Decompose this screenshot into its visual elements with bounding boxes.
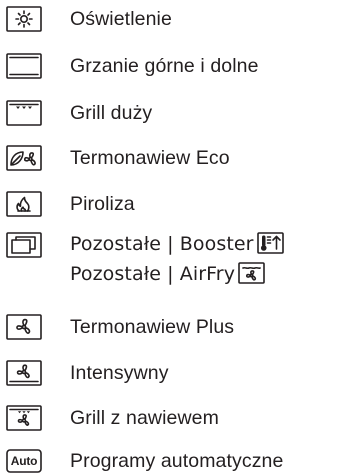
legend-label-eco-fan: Termonawiew Eco bbox=[70, 147, 230, 169]
legend-label-intensive: Intensywny bbox=[70, 362, 169, 384]
fan-grill-icon bbox=[6, 405, 42, 431]
fan-plus-icon bbox=[6, 314, 42, 340]
intensive-icon bbox=[6, 360, 42, 386]
large-grill-icon bbox=[6, 100, 42, 126]
auto-programs-icon: Auto bbox=[6, 448, 42, 474]
legend-label-booster: Pozostałe | Booster bbox=[70, 231, 284, 256]
airfry-fan-icon bbox=[238, 261, 265, 284]
legend-label-airfry: Pozostałe | AirFry bbox=[70, 261, 265, 286]
top-bottom-heat-icon bbox=[6, 53, 42, 79]
legend-label-auto-programs: Programy automatyczne bbox=[70, 450, 284, 472]
pyrolysis-icon bbox=[6, 191, 42, 217]
legend-label-fan-plus: Termonawiew Plus bbox=[70, 316, 235, 338]
legend-label-light: Oświetlenie bbox=[70, 8, 172, 30]
legend-label-fan-grill: Grill z nawiewem bbox=[70, 407, 219, 429]
booster-text: Pozostałe | Booster bbox=[70, 233, 254, 255]
oven-functions-legend: Oświetlenie Grzanie górne i dolne Grill … bbox=[0, 0, 348, 475]
light-icon bbox=[6, 6, 42, 32]
legend-label-top-bottom-heat: Grzanie górne i dolne bbox=[70, 55, 259, 77]
booster-thermometer-icon bbox=[256, 231, 284, 254]
auto-badge-text: Auto bbox=[10, 454, 38, 468]
airfry-text: Pozostałe | AirFry bbox=[70, 263, 236, 285]
eco-fan-icon bbox=[6, 145, 42, 171]
legend-label-large-grill: Grill duży bbox=[70, 102, 153, 124]
legend-label-pyrolysis: Piroliza bbox=[70, 193, 135, 215]
other-functions-icon bbox=[6, 232, 42, 258]
